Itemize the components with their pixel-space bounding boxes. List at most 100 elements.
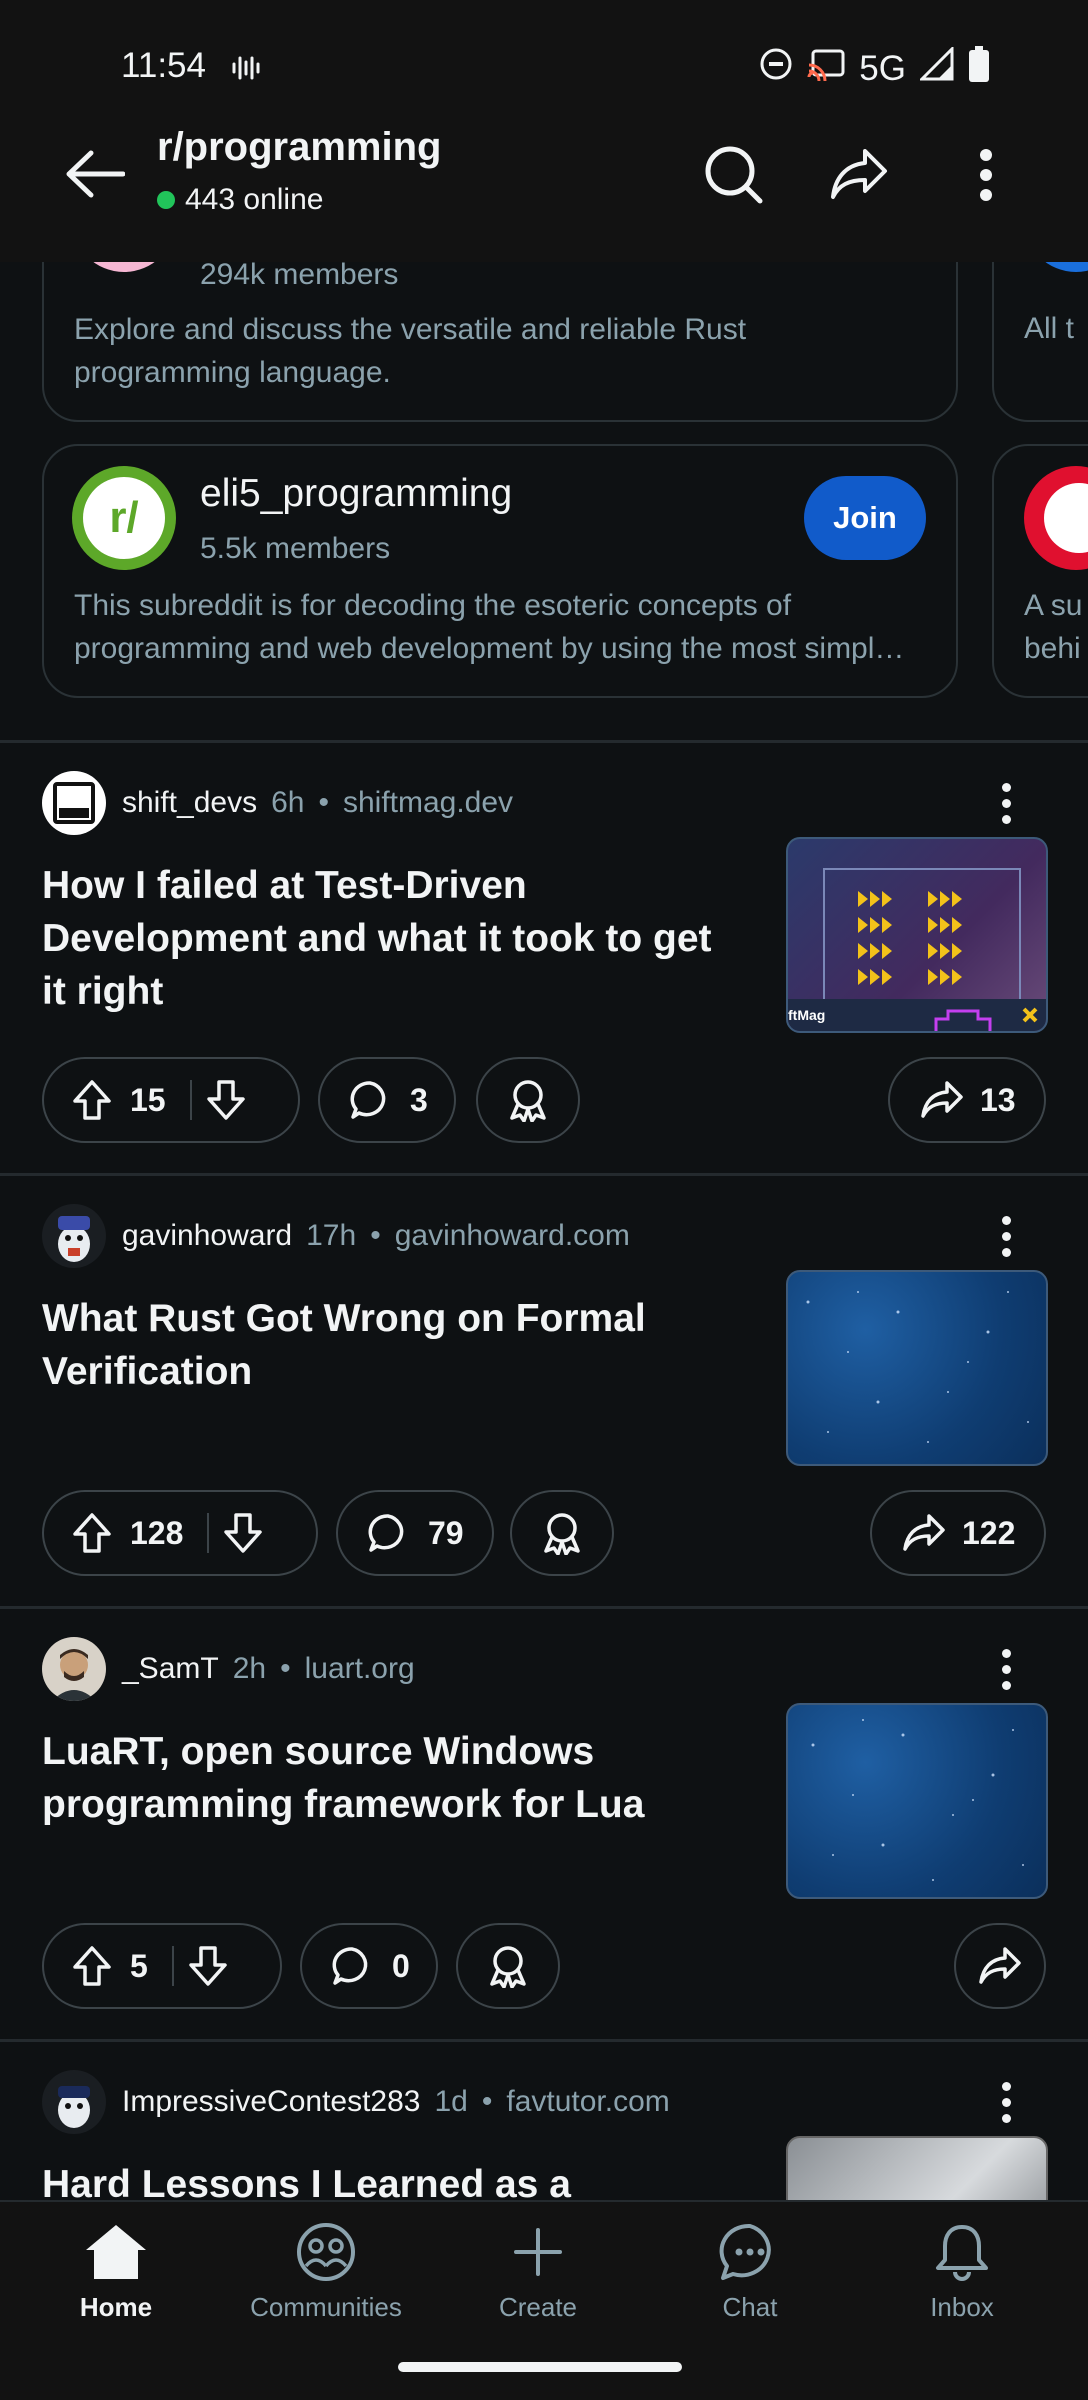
comments-button[interactable]: 3 xyxy=(318,1057,456,1143)
post-time: 1d xyxy=(434,2085,468,2118)
post-actions: 15 3 13 xyxy=(42,1057,1046,1143)
community-description: This subreddit is for decoding the esote… xyxy=(74,589,905,665)
communities-icon xyxy=(297,2223,355,2281)
award-icon xyxy=(540,1511,584,1555)
award-button[interactable] xyxy=(510,1490,614,1576)
post-options-button[interactable] xyxy=(984,1214,1028,1258)
status-icons: 5G xyxy=(759,45,990,91)
nav-communities[interactable]: Communities xyxy=(236,2222,416,2323)
home-icon xyxy=(86,2225,146,2279)
meta-separator: • xyxy=(370,1219,381,1252)
starfield-image xyxy=(806,1291,1029,1443)
post-domain[interactable]: luart.org xyxy=(305,1652,415,1686)
meta-separator: • xyxy=(280,1652,291,1685)
post-domain[interactable]: shiftmag.dev xyxy=(343,786,513,820)
post-author[interactable]: gavinhoward xyxy=(122,1219,292,1253)
upvote-count: 15 xyxy=(130,1081,166,1118)
community-description-peek: All t xyxy=(1024,312,1075,345)
user-photo-icon xyxy=(52,1649,96,1701)
post-author[interactable]: ImpressiveContest283 xyxy=(122,2085,420,2119)
post-author[interactable]: _SamT xyxy=(122,1652,219,1686)
vote-bar: 5 xyxy=(42,1923,282,2009)
downvote-button[interactable] xyxy=(223,1512,263,1554)
vote-bar: 128 xyxy=(42,1490,318,1576)
award-button[interactable] xyxy=(456,1923,560,2009)
gesture-home-bar[interactable] xyxy=(398,2362,682,2372)
nav-label: Create xyxy=(498,2292,578,2322)
author-avatar[interactable] xyxy=(42,2070,106,2134)
post-title[interactable]: LuaRT, open source Windows programming f… xyxy=(42,1725,742,1831)
post-thumbnail[interactable] xyxy=(786,1270,1048,1466)
community-description: Explore and discuss the versatile and re… xyxy=(74,313,747,389)
community-members: 5.5k members xyxy=(200,532,391,565)
upvote-button[interactable] xyxy=(72,1945,112,1987)
nav-inbox[interactable]: Inbox xyxy=(872,2222,1052,2323)
share-post-button[interactable] xyxy=(954,1923,1046,2009)
upvote-button[interactable] xyxy=(72,1079,112,1121)
share-icon xyxy=(920,1080,964,1120)
join-button[interactable]: Join xyxy=(804,476,926,560)
post-author[interactable]: shift_devs xyxy=(122,786,257,820)
chat-icon xyxy=(719,2223,771,2280)
arrow-left-icon xyxy=(66,150,125,198)
share-count: 122 xyxy=(962,1514,1016,1551)
post-options-button[interactable] xyxy=(984,2080,1028,2124)
search-button[interactable] xyxy=(694,135,774,215)
post-domain[interactable]: favtutor.com xyxy=(506,2085,669,2119)
upvote-icon xyxy=(73,1080,111,1120)
share-button[interactable] xyxy=(819,135,899,215)
comments-button[interactable]: 0 xyxy=(300,1923,438,2009)
community-description-peek: A su behi xyxy=(1024,589,1083,665)
post-meta: _SamT 2h • luart.org xyxy=(42,1637,415,1701)
downvote-button[interactable] xyxy=(206,1079,246,1121)
post-divider xyxy=(0,1606,1088,1609)
nav-create[interactable]: Create xyxy=(448,2222,628,2323)
author-avatar[interactable] xyxy=(42,1637,106,1701)
post-title[interactable]: What Rust Got Wrong on Formal Verificati… xyxy=(42,1292,742,1398)
share-count: 13 xyxy=(980,1081,1016,1118)
reddit-r-icon xyxy=(1044,483,1088,553)
kebab-icon xyxy=(980,149,992,201)
post-meta: ImpressiveContest283 1d • favtutor.com xyxy=(42,2070,670,2134)
community-avatar xyxy=(1024,466,1088,570)
bell-icon xyxy=(936,2225,988,2281)
meta-separator: • xyxy=(481,2085,493,2118)
post-meta: gavinhoward 17h • gavinhoward.com xyxy=(42,1204,630,1268)
back-button[interactable] xyxy=(60,139,130,209)
search-icon xyxy=(705,146,763,204)
nav-home[interactable]: Home xyxy=(26,2222,206,2323)
upvote-button[interactable] xyxy=(72,1512,112,1554)
nav-label: Inbox xyxy=(930,2292,994,2322)
vote-bar: 15 xyxy=(42,1057,300,1143)
more-options-button[interactable] xyxy=(946,135,1026,215)
award-button[interactable] xyxy=(476,1057,580,1143)
post-domain[interactable]: gavinhoward.com xyxy=(395,1219,630,1253)
community-card-peek-2[interactable]: A su behi xyxy=(992,444,1088,698)
post-title[interactable]: How I failed at Test-Driven Development … xyxy=(42,859,742,1018)
online-count: 443 online xyxy=(157,183,323,217)
downvote-button[interactable] xyxy=(188,1945,228,1987)
share-post-button[interactable]: 13 xyxy=(888,1057,1046,1143)
author-avatar[interactable] xyxy=(42,771,106,835)
downvote-icon xyxy=(206,1080,245,1120)
upvote-icon xyxy=(73,1946,111,1986)
meta-separator: • xyxy=(318,786,329,819)
upvote-icon xyxy=(73,1513,111,1553)
comment-icon xyxy=(350,1080,390,1120)
share-post-button[interactable]: 122 xyxy=(870,1490,1046,1576)
community-members: 294k members xyxy=(200,258,399,291)
comments-button[interactable]: 79 xyxy=(336,1490,494,1576)
nav-chat[interactable]: Chat xyxy=(660,2222,840,2323)
post-options-button[interactable] xyxy=(984,1647,1028,1691)
comment-count: 3 xyxy=(410,1081,428,1118)
nav-label: Chat xyxy=(722,2292,778,2322)
post-thumbnail[interactable]: ftMag xyxy=(786,837,1048,1033)
community-card-eli5[interactable]: r/ eli5_programming 5.5k members This su… xyxy=(42,444,958,698)
author-avatar[interactable] xyxy=(42,1204,106,1268)
vibrate-icon xyxy=(230,52,262,89)
network-label: 5G xyxy=(859,48,906,88)
snoo-avatar-icon xyxy=(58,1216,90,1262)
post-options-button[interactable] xyxy=(984,781,1028,825)
post-thumbnail[interactable] xyxy=(786,1703,1048,1899)
snoo-avatar-icon xyxy=(58,2086,90,2128)
